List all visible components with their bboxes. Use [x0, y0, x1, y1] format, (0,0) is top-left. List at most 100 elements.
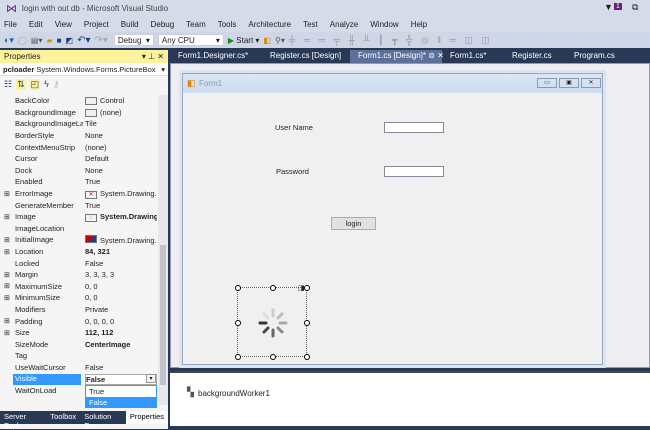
option-true[interactable]: True [86, 386, 156, 397]
pcloader-picturebox[interactable]: ◨ [235, 284, 310, 360]
forward-icon[interactable]: ◯ [18, 36, 27, 45]
property-row-errorimage[interactable]: ⊞ ErrorImage ✕System.Drawing.Bitmap [0, 188, 158, 200]
background-worker-component[interactable]: backgroundWorker1 [198, 389, 270, 398]
property-row-location[interactable]: ⊞ Location 84, 321 [0, 246, 158, 258]
property-row-enabled[interactable]: Enabled True [0, 176, 158, 188]
property-row-backgroundimagelayout[interactable]: BackgroundImageLayoutTile [0, 118, 158, 130]
property-row-tag[interactable]: Tag [0, 350, 158, 362]
expand-icon[interactable]: ⊞ [4, 282, 10, 290]
feedback-icon[interactable]: ⧉ [632, 2, 638, 13]
bottom-tab-0[interactable]: Server Expl... [0, 411, 46, 430]
platform-select[interactable]: Any CPU ▾ [157, 34, 224, 46]
property-row-backcolor[interactable]: BackColor Control [0, 95, 158, 107]
new-project-icon[interactable]: ▤▾ [31, 36, 43, 45]
expand-icon[interactable]: ⊞ [4, 248, 10, 256]
expand-icon[interactable]: ⊞ [4, 294, 10, 302]
menu-debug[interactable]: Debug [151, 20, 175, 29]
property-row-dock[interactable]: Dock None [0, 165, 158, 177]
menu-analyze[interactable]: Analyze [330, 20, 358, 29]
object-selector[interactable]: pcloader System.Windows.Forms.PictureBox… [0, 63, 168, 76]
expand-icon[interactable]: ⊞ [4, 271, 10, 279]
close-icon[interactable]: ✕ [157, 52, 164, 61]
form-window[interactable]: ◧ Form1 ▭ ▣ ✕ User Name Password login ◨ [182, 73, 603, 365]
menu-view[interactable]: View [55, 20, 72, 29]
dropdown-icon[interactable]: ▾ [142, 52, 146, 61]
property-row-contextmenustrip[interactable]: ContextMenuStrip (none) [0, 141, 158, 153]
doc-tab-1[interactable]: Register.cs [Design] [262, 50, 350, 63]
open-icon[interactable]: ▰ [47, 36, 53, 45]
menu-test[interactable]: Test [303, 20, 318, 29]
login-button[interactable]: login [331, 217, 376, 230]
menu-team[interactable]: Team [186, 20, 206, 29]
undo-icon[interactable]: ↶▾ [77, 35, 90, 46]
property-row-margin[interactable]: ⊞ Margin 3, 3, 3, 3 [0, 269, 158, 281]
property-name: Margin [15, 270, 38, 280]
property-row-imagelocation[interactable]: ImageLocation [0, 223, 158, 235]
username-input[interactable] [384, 122, 444, 133]
notification-badge[interactable]: 1 [614, 3, 622, 10]
menu-build[interactable]: Build [121, 20, 139, 29]
doc-tab-label: Program.cs [574, 51, 615, 60]
expand-icon[interactable]: ⊞ [4, 236, 10, 244]
expand-icon[interactable]: ⊞ [4, 317, 10, 325]
property-row-size[interactable]: ⊞ Size 112, 112 [0, 327, 158, 339]
menu-project[interactable]: Project [84, 20, 109, 29]
property-pages-icon[interactable]: ⚷ [53, 79, 60, 90]
pin-icon[interactable]: ⊜ [428, 51, 435, 60]
property-value: False [85, 363, 104, 373]
doc-tab-4[interactable]: Register.cs [504, 50, 566, 63]
property-row-borderstyle[interactable]: BorderStyle None [0, 130, 158, 142]
bottom-tab-2[interactable]: Solution Ex... [80, 411, 126, 430]
property-row-initialimage[interactable]: ⊞ InitialImage System.Drawing.Bitmap [0, 234, 158, 246]
find-icon[interactable]: ◧ [263, 36, 271, 45]
option-false[interactable]: False [86, 397, 156, 408]
doc-tab-5[interactable]: Program.cs [566, 50, 626, 63]
smart-tag-icon[interactable]: ◨ [298, 284, 305, 292]
expand-icon[interactable]: ⊞ [4, 190, 10, 198]
properties-icon[interactable]: ◰ [29, 78, 41, 90]
password-input[interactable] [384, 166, 444, 177]
pin-icon[interactable]: ⊥ [148, 52, 155, 61]
events-icon[interactable]: ϟ [44, 79, 49, 89]
save-all-icon[interactable]: ◩ [66, 36, 74, 45]
bottom-tab-3[interactable]: Properties [125, 411, 168, 424]
title-bar: ⋈ login with out db - Microsoft Visual S… [0, 0, 650, 17]
property-row-visible[interactable]: Visible False ▾ [0, 373, 158, 385]
categorized-icon[interactable]: ☷ [4, 79, 12, 90]
property-name: Padding [15, 316, 43, 326]
expand-icon[interactable]: ⊞ [4, 213, 10, 221]
dropdown-arrow-icon[interactable]: ▾ [146, 374, 156, 384]
start-button[interactable]: ▶ Start ▾ [228, 36, 260, 45]
property-row-cursor[interactable]: Cursor Default [0, 153, 158, 165]
menu-window[interactable]: Window [370, 20, 398, 29]
property-row-backgroundimage[interactable]: BackgroundImage (none) [0, 107, 158, 119]
doc-tab-3[interactable]: Form1.cs* [442, 50, 504, 63]
redo-icon[interactable]: ↷▾ [94, 35, 107, 46]
menu-architecture[interactable]: Architecture [248, 20, 291, 29]
alphabetical-icon[interactable]: ⇅ [16, 78, 26, 90]
property-row-usewaitcursor[interactable]: UseWaitCursor False [0, 362, 158, 374]
property-row-modifiers[interactable]: Modifiers Private [0, 304, 158, 316]
menu-file[interactable]: File [4, 20, 17, 29]
property-row-maximumsize[interactable]: ⊞ MaximumSize 0, 0 [0, 281, 158, 293]
property-row-generatemember[interactable]: GenerateMember True [0, 199, 158, 211]
property-row-minimumsize[interactable]: ⊞ MinimumSize 0, 0 [0, 292, 158, 304]
filter-icon[interactable]: ▼ [604, 2, 613, 12]
back-icon[interactable]: ◐▾ [4, 35, 14, 46]
expand-icon[interactable]: ⊞ [4, 329, 10, 337]
property-row-image[interactable]: ⊞ Image ◌ System.Drawing [0, 211, 158, 223]
property-row-locked[interactable]: Locked False [0, 257, 158, 269]
menu-help[interactable]: Help [411, 20, 427, 29]
menu-edit[interactable]: Edit [29, 20, 43, 29]
menu-tools[interactable]: Tools [218, 20, 237, 29]
doc-tab-0[interactable]: Form1.Designer.cs* [170, 50, 262, 63]
properties-scrollbar[interactable] [158, 95, 168, 405]
property-row-padding[interactable]: ⊞ Padding 0, 0, 0, 0 [0, 315, 158, 327]
bottom-tab-1[interactable]: Toolbox [46, 411, 80, 424]
property-row-sizemode[interactable]: SizeMode CenterImage [0, 339, 158, 351]
save-icon[interactable]: ■ [57, 36, 62, 45]
property-name: BackgroundImage [15, 107, 76, 117]
browser-icon[interactable]: ⚲▾ [275, 36, 285, 45]
doc-tab-2[interactable]: Form1.cs [Design]* ⊜ ✕ [350, 50, 444, 63]
config-select[interactable]: Debug ▾ [113, 34, 154, 46]
